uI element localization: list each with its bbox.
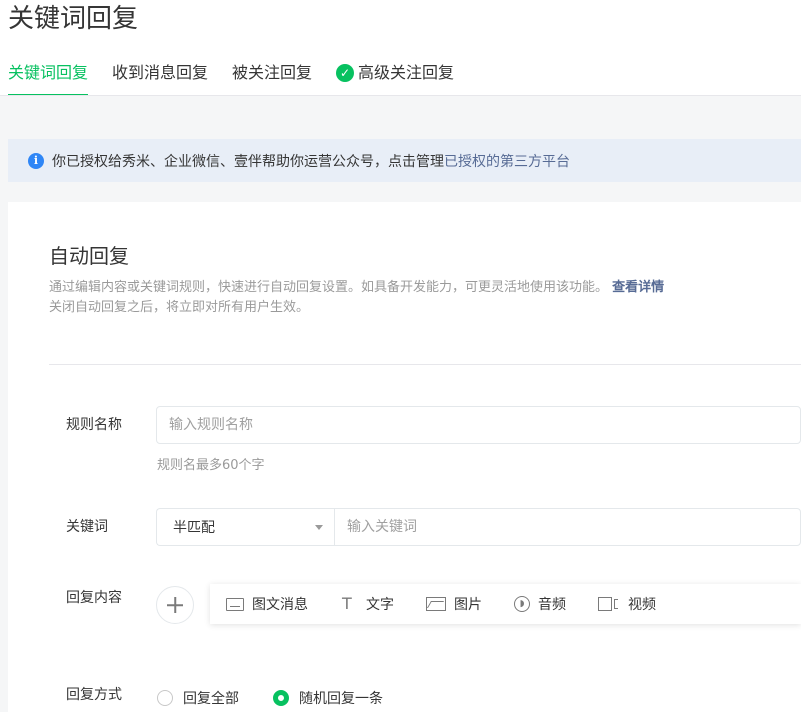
video-icon [598, 597, 620, 611]
media-video-button[interactable]: 视频 [598, 594, 656, 614]
reply-content-label: 回复内容 [66, 590, 122, 606]
reply-mode-label: 回复方式 [66, 687, 122, 703]
auto-reply-card: 自动回复 通过编辑内容或关键词规则，快速进行自动回复设置。如具备开发能力，可更灵… [8, 202, 801, 712]
tab-label: 高级关注回复 [358, 63, 455, 82]
media-type-bar: 图文消息 T 文字 图片 ◗ 音频 视频 [210, 584, 801, 624]
section-title: 自动回复 [49, 244, 129, 268]
rule-name-hint: 规则名最多60个字 [157, 458, 265, 473]
image-icon [426, 597, 446, 611]
description-line-2: 关闭自动回复之后，将立即对所有用户生效。 [49, 300, 310, 315]
tab-label: 收到消息回复 [112, 63, 209, 82]
tab-message-reply[interactable]: 收到消息回复 [112, 62, 208, 96]
section-divider [49, 364, 801, 365]
tab-bar: 关键词回复 收到消息回复 被关注回复 ✓ 高级关注回复 [8, 62, 478, 96]
third-party-platform-link[interactable]: 已授权的第三方平台 [444, 151, 570, 171]
view-details-link[interactable]: 查看详情 [612, 280, 664, 295]
description-line-1: 通过编辑内容或关键词规则，快速进行自动回复设置。如具备开发能力，可更灵活地使用该… [49, 280, 609, 295]
random-reply-radio[interactable]: 随机回复一条 [273, 688, 383, 708]
tab-keyword-reply[interactable]: 关键词回复 [8, 62, 89, 96]
add-reply-button[interactable] [156, 586, 194, 624]
match-mode-value: 半匹配 [173, 520, 215, 536]
media-label: 视频 [628, 597, 656, 613]
radio-unchecked-icon [157, 690, 173, 706]
rule-name-label: 规则名称 [66, 417, 122, 433]
page-title: 关键词回复 [8, 4, 139, 34]
tab-label: 被关注回复 [232, 63, 313, 82]
tab-follow-reply[interactable]: 被关注回复 [232, 62, 312, 96]
info-icon: i [28, 152, 44, 169]
media-image-button[interactable]: 图片 [426, 594, 482, 614]
radio-label: 随机回复一条 [299, 691, 383, 707]
rule-name-field-wrapper [156, 406, 801, 444]
reply-mode-radio-group: 回复全部 随机回复一条 [157, 688, 417, 708]
media-label: 音频 [538, 597, 566, 613]
media-label: 图片 [454, 597, 482, 613]
text-icon: T [342, 594, 352, 613]
caret-down-icon [315, 524, 323, 530]
header: 关键词回复 关键词回复 收到消息回复 被关注回复 ✓ 高级关注回复 [0, 0, 801, 96]
reply-all-radio[interactable]: 回复全部 [157, 688, 239, 708]
tab-label: 关键词回复 [8, 63, 89, 82]
media-audio-button[interactable]: ◗ 音频 [514, 594, 566, 614]
keyword-field-wrapper [334, 508, 801, 546]
tab-divider [0, 95, 801, 96]
green-check-badge-icon: ✓ [336, 64, 355, 82]
media-label: 文字 [366, 597, 394, 613]
keyword-label: 关键词 [66, 519, 108, 535]
media-article-button[interactable]: 图文消息 [226, 594, 308, 614]
audio-icon: ◗ [514, 596, 530, 612]
rule-name-input[interactable] [157, 407, 800, 443]
radio-label: 回复全部 [183, 691, 239, 707]
keyword-input[interactable] [335, 509, 800, 545]
authorization-notice: i 你已授权给秀米、企业微信、壹伴帮助你运营公众号，点击管理 已授权的第三方平台 [8, 139, 801, 182]
page: 关键词回复 关键词回复 收到消息回复 被关注回复 ✓ 高级关注回复 i 你已授权… [0, 0, 801, 712]
notice-text: 你已授权给秀米、企业微信、壹伴帮助你运营公众号，点击管理 [52, 153, 444, 170]
radio-checked-icon [273, 690, 289, 706]
tab-advanced-follow-reply[interactable]: ✓ 高级关注回复 [336, 62, 454, 96]
section-description: 通过编辑内容或关键词规则，快速进行自动回复设置。如具备开发能力，可更灵活地使用该… [49, 278, 664, 318]
article-card-icon [226, 597, 244, 611]
media-text-button[interactable]: T 文字 [342, 594, 394, 614]
media-label: 图文消息 [252, 597, 308, 613]
match-mode-select[interactable]: 半匹配 [156, 508, 335, 546]
